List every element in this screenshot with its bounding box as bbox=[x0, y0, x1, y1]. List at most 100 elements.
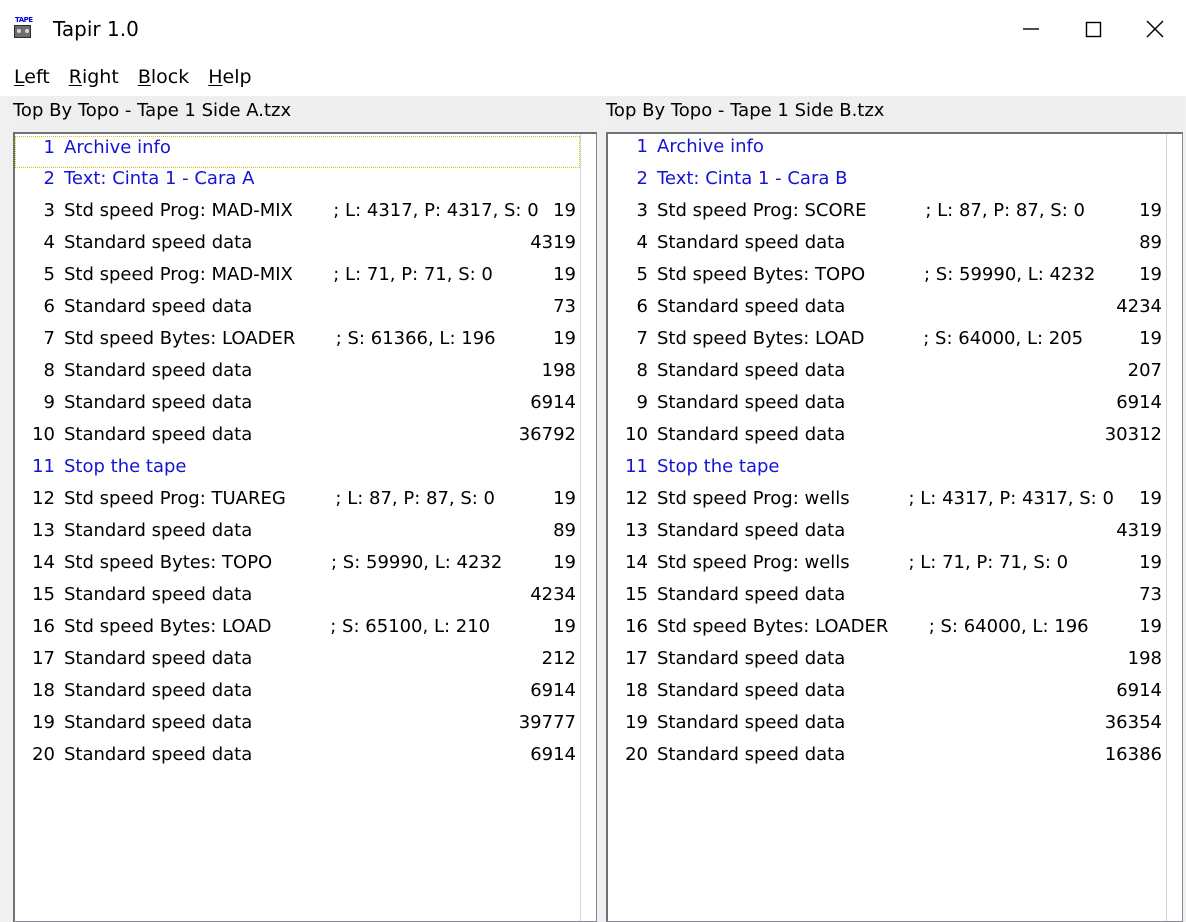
table-row[interactable]: 8 Standard speed data 207 bbox=[608, 360, 1166, 392]
table-row[interactable]: 11 Stop the tape bbox=[608, 456, 1166, 488]
table-row[interactable]: 6 Standard speed data 73 bbox=[15, 296, 580, 328]
table-row[interactable]: 17 Standard speed data 198 bbox=[608, 648, 1166, 680]
row-label: Standard speed data bbox=[657, 392, 846, 413]
menu-item-left[interactable]: Left bbox=[14, 64, 69, 90]
table-row[interactable]: 4 Standard speed data 4319 bbox=[15, 232, 580, 264]
row-label: Std speed Bytes: TOPO bbox=[64, 552, 273, 573]
row-index: 1 bbox=[636, 136, 648, 157]
row-label: Stop the tape bbox=[657, 456, 780, 477]
row-index: 11 bbox=[32, 456, 55, 477]
table-row[interactable]: 10 Standard speed data 30312 bbox=[608, 424, 1166, 456]
menu-mnemonic: L bbox=[14, 66, 25, 88]
row-size-value: 39777 bbox=[518, 712, 576, 733]
row-index: 6 bbox=[43, 296, 55, 317]
table-row[interactable]: 8 Standard speed data 198 bbox=[15, 360, 580, 392]
row-detail: ; S: 64000, L: 205 bbox=[923, 328, 1084, 349]
right-pane: Top By Topo - Tape 1 Side B.tzx 1 Archive… bbox=[606, 96, 1183, 922]
table-row[interactable]: 18 Standard speed data 6914 bbox=[608, 680, 1166, 712]
table-row[interactable]: 1 Archive info bbox=[608, 136, 1166, 168]
minimize-button[interactable] bbox=[1000, 7, 1062, 51]
table-row[interactable]: 6 Standard speed data 4234 bbox=[608, 296, 1166, 328]
table-row[interactable]: 7 Std speed Bytes: LOADER ; S: 61366, L: 1… bbox=[15, 328, 580, 360]
row-size-value: 30312 bbox=[1104, 424, 1162, 445]
table-row[interactable]: 15 Standard speed data 4234 bbox=[15, 584, 580, 616]
table-row[interactable]: 10 Standard speed data 36792 bbox=[15, 424, 580, 456]
row-label: Standard speed data bbox=[64, 424, 253, 445]
row-size-value: 19 bbox=[553, 616, 576, 637]
table-row[interactable]: 17 Standard speed data 212 bbox=[15, 648, 580, 680]
row-label: Standard speed data bbox=[64, 360, 253, 381]
row-label: Standard speed data bbox=[64, 680, 253, 701]
table-row[interactable]: 20 Standard speed data 16386 bbox=[608, 744, 1166, 776]
row-label: Std speed Bytes: LOAD bbox=[657, 328, 865, 349]
table-row[interactable]: 19 Standard speed data 36354 bbox=[608, 712, 1166, 744]
row-index: 4 bbox=[43, 232, 55, 253]
close-icon bbox=[1146, 20, 1164, 38]
table-row[interactable]: 13 Standard speed data 89 bbox=[15, 520, 580, 552]
row-index: 17 bbox=[32, 648, 55, 669]
left-scrollbar[interactable] bbox=[580, 134, 596, 921]
row-label: Standard speed data bbox=[657, 360, 846, 381]
row-index: 18 bbox=[32, 680, 55, 701]
table-row[interactable]: 20 Standard speed data 6914 bbox=[15, 744, 580, 776]
row-index: 10 bbox=[625, 424, 648, 445]
right-pane-header: Top By Topo - Tape 1 Side B.tzx bbox=[606, 96, 1183, 132]
row-index: 10 bbox=[32, 424, 55, 445]
row-index: 20 bbox=[625, 744, 648, 765]
row-size-value: 19 bbox=[553, 488, 576, 509]
row-size-value: 6914 bbox=[530, 744, 576, 765]
close-button[interactable] bbox=[1124, 7, 1186, 51]
row-detail: ; L: 4317, P: 4317, S: 0 bbox=[908, 488, 1114, 509]
row-label: Standard speed data bbox=[657, 232, 846, 253]
row-label: Standard speed data bbox=[64, 744, 253, 765]
table-row[interactable]: 14 Std speed Prog: wells ; L: 71, P: 71, S… bbox=[608, 552, 1166, 584]
row-label: Standard speed data bbox=[657, 296, 846, 317]
table-row[interactable]: 14 Std speed Bytes: TOPO ; S: 59990, L: 42… bbox=[15, 552, 580, 584]
table-row[interactable]: 2 Text: Cinta 1 - Cara A bbox=[15, 168, 580, 200]
row-detail: ; S: 65100, L: 210 bbox=[330, 616, 491, 637]
menu-item-help[interactable]: Help bbox=[208, 64, 270, 90]
app-window: TAPE Tapir 1.0 Left Right Block Help Top… bbox=[0, 0, 1186, 922]
table-row[interactable]: 11 Stop the tape bbox=[15, 456, 580, 488]
row-index: 13 bbox=[625, 520, 648, 541]
row-index: 6 bbox=[636, 296, 648, 317]
table-row[interactable]: 19 Standard speed data 39777 bbox=[15, 712, 580, 744]
table-row[interactable]: 3 Std speed Prog: SCORE ; L: 87, P: 87, S:… bbox=[608, 200, 1166, 232]
table-row[interactable]: 15 Standard speed data 73 bbox=[608, 584, 1166, 616]
row-label: Standard speed data bbox=[64, 712, 253, 733]
table-row[interactable]: 9 Standard speed data 6914 bbox=[15, 392, 580, 424]
table-row[interactable]: 4 Standard speed data 89 bbox=[608, 232, 1166, 264]
table-row[interactable]: 16 Std speed Bytes: LOAD ; S: 65100, L: 21… bbox=[15, 616, 580, 648]
row-detail: ; S: 64000, L: 196 bbox=[928, 616, 1089, 637]
table-row[interactable]: 7 Std speed Bytes: LOAD ; S: 64000, L: 205… bbox=[608, 328, 1166, 360]
row-index: 13 bbox=[32, 520, 55, 541]
table-row[interactable]: 13 Standard speed data 4319 bbox=[608, 520, 1166, 552]
menu-mnemonic: R bbox=[68, 66, 82, 88]
row-label: Std speed Prog: MAD-MIX bbox=[64, 200, 293, 221]
row-label: Stop the tape bbox=[64, 456, 187, 477]
table-row[interactable]: 12 Std speed Prog: wells ; L: 4317, P: 431… bbox=[608, 488, 1166, 520]
menu-item-block[interactable]: Block bbox=[138, 64, 208, 90]
table-row[interactable]: 3 Std speed Prog: MAD-MIX ; L: 4317, P: 43… bbox=[15, 200, 580, 232]
table-row[interactable]: 5 Std speed Prog: MAD-MIX ; L: 71, P: 71, … bbox=[15, 264, 580, 296]
row-index: 8 bbox=[43, 360, 55, 381]
row-label: Std speed Prog: SCORE bbox=[657, 200, 867, 221]
table-row[interactable]: 12 Std speed Prog: TUAREG ; L: 87, P: 87, … bbox=[15, 488, 580, 520]
maximize-button[interactable] bbox=[1062, 7, 1124, 51]
table-row[interactable]: 5 Std speed Bytes: TOPO ; S: 59990, L: 423… bbox=[608, 264, 1166, 296]
row-size-value: 19 bbox=[553, 552, 576, 573]
row-detail: ; S: 59990, L: 4232 bbox=[331, 552, 503, 573]
table-row[interactable]: 18 Standard speed data 6914 bbox=[15, 680, 580, 712]
right-tape-block-list[interactable]: 1 Archive info 2 Text: Cinta 1 - Cara B 3 Std… bbox=[606, 132, 1183, 922]
menu-bar: Left Right Block Help bbox=[0, 58, 1186, 96]
table-row[interactable]: 16 Std speed Bytes: LOADER ; S: 64000, L: … bbox=[608, 616, 1166, 648]
table-row[interactable]: 1 Archive info bbox=[15, 136, 580, 168]
menu-rest: elp bbox=[222, 66, 252, 88]
menu-item-right[interactable]: Right bbox=[69, 64, 138, 90]
right-scrollbar[interactable] bbox=[1166, 134, 1182, 921]
table-row[interactable]: 2 Text: Cinta 1 - Cara B bbox=[608, 168, 1166, 200]
row-index: 7 bbox=[636, 328, 648, 349]
table-row[interactable]: 9 Standard speed data 6914 bbox=[608, 392, 1166, 424]
left-tape-block-list[interactable]: 1 Archive info 2 Text: Cinta 1 - Cara A 3 Std… bbox=[13, 132, 597, 922]
cassette-tape-icon: TAPE bbox=[13, 17, 35, 40]
